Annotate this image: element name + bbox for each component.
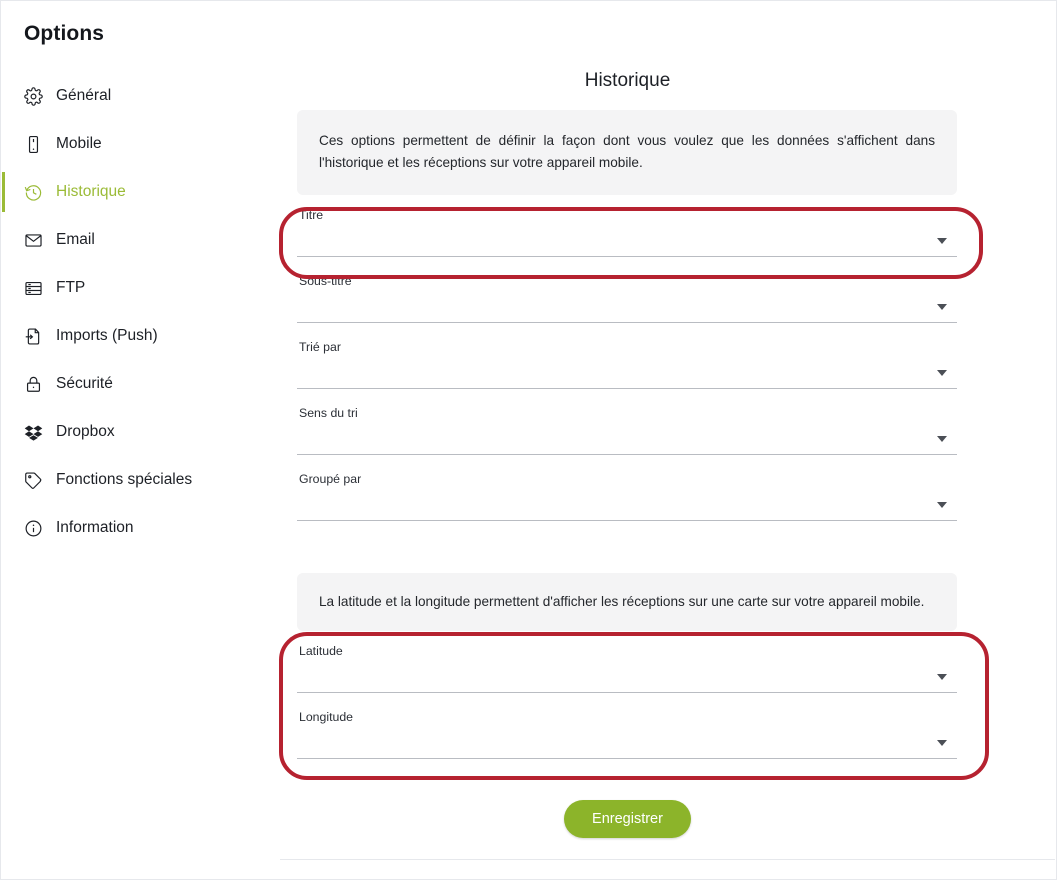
select-titre[interactable] — [297, 226, 957, 257]
tag-icon — [22, 469, 44, 491]
chevron-down-icon[interactable] — [937, 303, 947, 310]
lock-icon — [22, 373, 44, 395]
sidebar-item-label: Fonctions spéciales — [56, 471, 193, 488]
select-sens-du-tri[interactable] — [297, 424, 957, 455]
save-row: Enregistrer — [280, 800, 975, 838]
sidebar-item-ftp[interactable]: FTP — [2, 264, 280, 312]
section-title: Historique — [584, 70, 671, 91]
options-window: Options Général Mobile Historique Email … — [0, 0, 1057, 880]
sidebar-item-general[interactable]: Général — [2, 72, 280, 120]
chevron-down-icon[interactable] — [937, 674, 947, 681]
sidebar-item-label: Général — [56, 87, 112, 104]
chevron-down-icon[interactable] — [937, 740, 947, 747]
select-longitude[interactable] — [297, 728, 957, 760]
sidebar-item-label: FTP — [56, 279, 86, 296]
chevron-down-icon[interactable] — [937, 435, 947, 442]
info-box-history: Ces options permettent de définir la faç… — [297, 110, 957, 195]
field-label: Longitude — [299, 710, 354, 725]
field-label: Sous-titre — [299, 273, 352, 288]
field-longitude[interactable]: Longitude — [297, 703, 957, 769]
chevron-down-icon[interactable] — [937, 237, 947, 244]
select-groupe-par[interactable] — [297, 490, 957, 521]
sidebar-item-securite[interactable]: Sécurité — [2, 360, 280, 408]
sidebar-item-label: Mobile — [56, 135, 102, 152]
info-box-map: La latitude et la longitude permettent d… — [297, 572, 957, 632]
settings-form: Ces options permettent de définir la faç… — [297, 110, 957, 769]
sidebar-item-imports-push[interactable]: Imports (Push) — [2, 312, 280, 360]
gear-icon — [22, 85, 44, 107]
sidebar-item-label: Imports (Push) — [56, 327, 158, 344]
sidebar-item-mobile[interactable]: Mobile — [2, 120, 280, 168]
envelope-icon — [22, 229, 44, 251]
field-label: Trié par — [299, 339, 341, 354]
select-trie-par[interactable] — [297, 358, 957, 389]
sidebar-item-information[interactable]: Information — [2, 504, 280, 552]
select-sous-titre[interactable] — [297, 292, 957, 323]
history-icon — [22, 181, 44, 203]
field-label: Titre — [299, 207, 324, 222]
window-body: Options Général Mobile Historique Email … — [2, 2, 1055, 860]
mobile-icon — [22, 133, 44, 155]
page-title: Options — [24, 22, 105, 45]
geo-fields: Latitude Longitude — [297, 637, 957, 769]
chevron-down-icon[interactable] — [937, 369, 947, 376]
save-button[interactable]: Enregistrer — [564, 800, 691, 838]
sidebar-item-label: Sécurité — [56, 375, 113, 392]
select-latitude[interactable] — [297, 662, 957, 694]
chevron-down-icon[interactable] — [937, 501, 947, 508]
field-sens-du-tri[interactable]: Sens du tri — [297, 399, 957, 465]
sidebar-item-dropbox[interactable]: Dropbox — [2, 408, 280, 456]
sidebar-item-fonctions-speciales[interactable]: Fonctions spéciales — [2, 456, 280, 504]
sidebar-item-label: Information — [56, 519, 134, 536]
main-panel: Historique Ces options permettent de déf… — [280, 2, 1055, 860]
import-icon — [22, 325, 44, 347]
dropbox-icon — [22, 421, 44, 443]
sidebar-item-label: Email — [56, 231, 95, 248]
info-icon — [22, 517, 44, 539]
field-latitude[interactable]: Latitude — [297, 637, 957, 703]
field-titre[interactable]: Titre — [297, 201, 957, 267]
field-trie-par[interactable]: Trié par — [297, 333, 957, 399]
sidebar-item-label: Dropbox — [56, 423, 115, 440]
sidebar-item-email[interactable]: Email — [2, 216, 280, 264]
display-fields: Titre Sous-titre Trié par Sens du tri Gr… — [297, 201, 957, 531]
field-label: Groupé par — [299, 471, 362, 486]
sidebar-item-label: Historique — [56, 183, 126, 200]
sidebar-nav: Général Mobile Historique Email FTP Impo… — [2, 72, 280, 552]
field-label: Latitude — [299, 644, 343, 659]
field-label: Sens du tri — [299, 405, 358, 420]
field-sous-titre[interactable]: Sous-titre — [297, 267, 957, 333]
sidebar: Options Général Mobile Historique Email … — [2, 2, 280, 860]
sidebar-item-historique[interactable]: Historique — [2, 168, 280, 216]
field-groupe-par[interactable]: Groupé par — [297, 465, 957, 531]
server-icon — [22, 277, 44, 299]
